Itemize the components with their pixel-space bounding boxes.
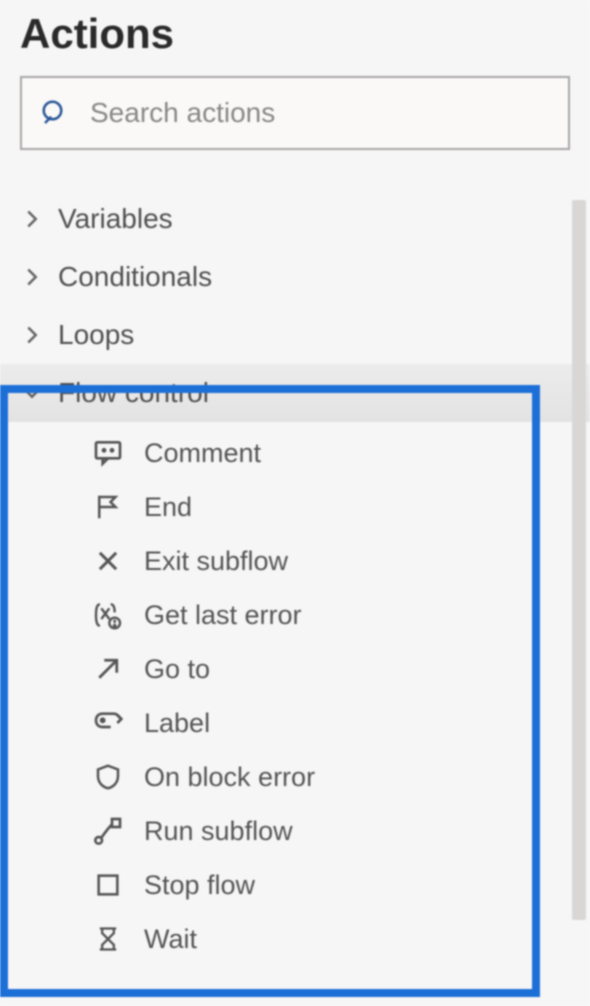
- actions-panel: Actions Variables: [0, 0, 590, 1006]
- action-label: Wait: [144, 924, 197, 955]
- arrow-up-right-icon: [90, 651, 126, 687]
- flag-icon: [90, 489, 126, 525]
- action-label: End: [144, 492, 192, 523]
- group-variables: Variables: [0, 190, 590, 248]
- group-label: Variables: [58, 203, 173, 235]
- comment-icon: [90, 435, 126, 471]
- action-label: Exit subflow: [144, 546, 288, 577]
- panel-title: Actions: [0, 0, 590, 76]
- action-label: Label: [144, 708, 210, 739]
- tag-icon: [90, 705, 126, 741]
- action-comment[interactable]: Comment: [0, 426, 590, 480]
- group-loops: Loops: [0, 306, 590, 364]
- action-label: Go to: [144, 654, 210, 685]
- action-wait[interactable]: Wait: [0, 912, 590, 966]
- search-icon: [40, 98, 70, 128]
- action-label: Stop flow: [144, 870, 255, 901]
- group-label: Flow control: [58, 377, 209, 409]
- scrollbar[interactable]: [572, 200, 586, 920]
- chevron-right-icon: [22, 267, 42, 287]
- chevron-down-icon: [22, 383, 42, 403]
- shield-icon: [90, 759, 126, 795]
- search-box[interactable]: [20, 76, 570, 150]
- group-header-flow-control[interactable]: Flow control: [0, 364, 590, 422]
- subflow-icon: [90, 813, 126, 849]
- action-go-to[interactable]: Go to: [0, 642, 590, 696]
- groups-list: Variables Conditionals: [0, 190, 590, 970]
- chevron-right-icon: [22, 209, 42, 229]
- action-run-subflow[interactable]: Run subflow: [0, 804, 590, 858]
- search-input[interactable]: [88, 96, 550, 130]
- group-label: Conditionals: [58, 261, 212, 293]
- action-label: Run subflow: [144, 816, 293, 847]
- action-get-last-error[interactable]: Get last error: [0, 588, 590, 642]
- search-container: [0, 76, 590, 190]
- action-exit-subflow[interactable]: Exit subflow: [0, 534, 590, 588]
- close-icon: [90, 543, 126, 579]
- action-label[interactable]: Label: [0, 696, 590, 750]
- chevron-right-icon: [22, 325, 42, 345]
- group-flow-control: Flow control Comment: [0, 364, 590, 970]
- group-header-loops[interactable]: Loops: [0, 306, 590, 364]
- group-conditionals: Conditionals: [0, 248, 590, 306]
- action-label: Get last error: [144, 600, 302, 631]
- action-stop-flow[interactable]: Stop flow: [0, 858, 590, 912]
- stop-icon: [90, 867, 126, 903]
- group-label: Loops: [58, 319, 134, 351]
- variable-error-icon: [90, 597, 126, 633]
- action-end[interactable]: End: [0, 480, 590, 534]
- action-label: Comment: [144, 438, 261, 469]
- hourglass-icon: [90, 921, 126, 957]
- action-on-block-error[interactable]: On block error: [0, 750, 590, 804]
- group-header-conditionals[interactable]: Conditionals: [0, 248, 590, 306]
- flow-control-items: Comment End: [0, 422, 590, 970]
- action-label: On block error: [144, 762, 315, 793]
- group-header-variables[interactable]: Variables: [0, 190, 590, 248]
